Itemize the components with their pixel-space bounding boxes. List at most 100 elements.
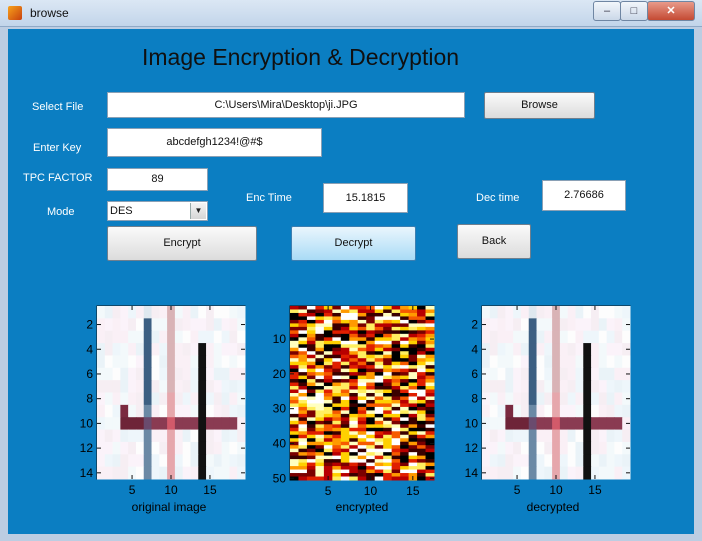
- image-pixel: [567, 441, 576, 455]
- image-pixel: [391, 344, 401, 349]
- image-pixel: [408, 410, 418, 415]
- image-pixel: [190, 392, 199, 406]
- image-pixel: [366, 351, 376, 356]
- ytick-label: 4: [471, 342, 478, 356]
- image-pixel: [400, 309, 410, 314]
- image-pixel: [606, 306, 615, 319]
- image-pixel: [182, 466, 191, 480]
- image-pixel: [391, 455, 401, 460]
- image-pixel: [366, 410, 376, 415]
- image-pixel: [391, 410, 401, 415]
- image-pixel: [520, 306, 530, 319]
- image-pixel: [366, 312, 376, 317]
- image-pixel: [622, 306, 631, 319]
- image-pixel: [174, 466, 184, 480]
- image-pixel: [513, 441, 522, 455]
- image-pixel: [400, 476, 410, 481]
- image-pixel: [135, 343, 145, 356]
- image-pixel: [575, 318, 584, 332]
- image-pixel: [190, 417, 199, 431]
- image-pixel: [598, 306, 608, 319]
- image-pixel: [536, 429, 545, 443]
- image-pixel: [315, 316, 325, 321]
- image-pixel: [190, 466, 199, 480]
- image-pixel: [332, 368, 342, 373]
- ytick-label: 2: [471, 318, 478, 332]
- image-pixel: [400, 368, 410, 373]
- image-pixel: [174, 392, 184, 406]
- image-pixel: [151, 417, 160, 431]
- image-pixel: [408, 452, 418, 457]
- image-pixel: [583, 330, 592, 344]
- image-pixel: [315, 306, 325, 310]
- image-pixel: [315, 410, 325, 415]
- image-pixel: [237, 429, 246, 443]
- image-pixel: [567, 454, 576, 468]
- image-pixel: [340, 393, 350, 397]
- image-pixel: [306, 319, 316, 324]
- image-pixel: [357, 309, 367, 314]
- image-pixel: [366, 393, 376, 397]
- image-pixel: [559, 454, 569, 468]
- image-pixel: [357, 382, 367, 387]
- image-pixel: [391, 431, 401, 436]
- image-pixel: [290, 448, 299, 453]
- image-pixel: [323, 469, 333, 474]
- image-pixel: [520, 318, 530, 332]
- image-pixel: [120, 441, 129, 455]
- image-pixel: [306, 326, 316, 331]
- image-pixel: [425, 351, 435, 356]
- image-pixel: [544, 343, 553, 356]
- image-pixel: [528, 392, 538, 406]
- image-pixel: [366, 466, 376, 471]
- image-pixel: [229, 441, 238, 455]
- image-pixel: [213, 380, 223, 393]
- image-pixel: [357, 396, 367, 401]
- image-pixel: [536, 367, 545, 381]
- image-pixel: [290, 459, 299, 464]
- image-pixel: [606, 367, 615, 381]
- image-pixel: [505, 392, 514, 406]
- image-pixel: [544, 441, 553, 455]
- image-pixel: [408, 420, 418, 425]
- image-pixel: [213, 441, 223, 455]
- image-pixel: [159, 343, 168, 356]
- image-pixel: [383, 351, 393, 356]
- image-pixel: [591, 417, 600, 431]
- image-pixel: [366, 309, 376, 314]
- image-pixel: [229, 367, 238, 381]
- image-pixel: [340, 351, 350, 356]
- image-pixel: [290, 399, 299, 404]
- image-pixel: [505, 330, 514, 344]
- image-pixel: [357, 365, 367, 370]
- image-pixel: [357, 403, 367, 408]
- ytick-label: 30: [273, 402, 287, 416]
- image-pixel: [290, 403, 299, 408]
- image-pixel: [229, 454, 238, 468]
- image-pixel: [374, 379, 384, 384]
- image-pixel: [425, 382, 435, 387]
- image-pixel: [497, 441, 506, 455]
- image-pixel: [408, 431, 418, 436]
- image-pixel: [357, 386, 367, 391]
- image-pixel: [315, 361, 325, 366]
- image-pixel: [332, 337, 342, 342]
- image-pixel: [383, 438, 393, 443]
- image-pixel: [298, 347, 308, 352]
- image-pixel: [497, 392, 506, 406]
- image-pixel: [298, 466, 308, 471]
- image-pixel: [408, 323, 418, 328]
- image-pixel: [559, 367, 569, 381]
- image-pixel: [357, 330, 367, 335]
- image-pixel: [332, 473, 342, 478]
- image-pixel: [349, 379, 359, 384]
- image-pixel: [391, 445, 401, 450]
- image-pixel: [400, 386, 410, 391]
- image-pixel: [391, 340, 401, 345]
- image-pixel: [383, 427, 393, 432]
- image-pixel: [374, 347, 384, 352]
- image-pixel: [315, 309, 325, 314]
- image-pixel: [332, 354, 342, 359]
- image-pixel: [391, 476, 401, 481]
- image-pixel: [408, 312, 418, 317]
